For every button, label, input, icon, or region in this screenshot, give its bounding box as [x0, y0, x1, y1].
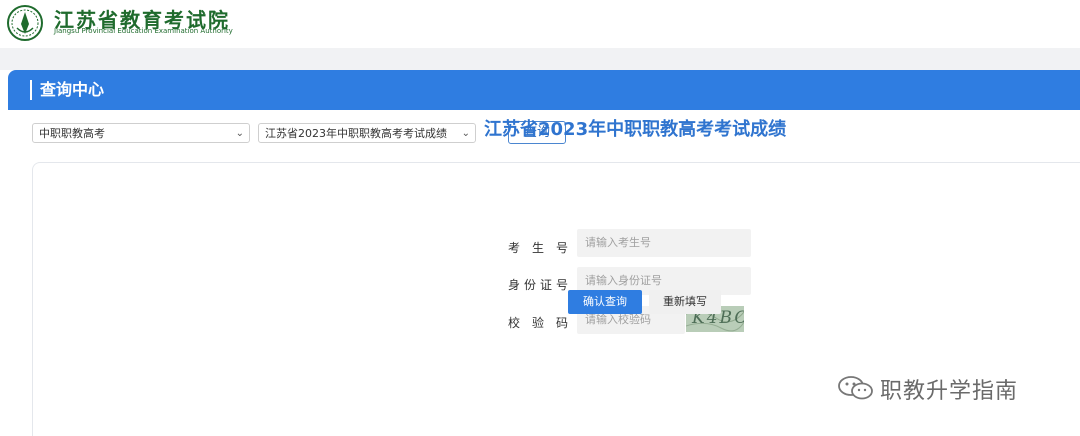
- chevron-down-icon: ⌄: [461, 128, 470, 139]
- exam-select[interactable]: 江苏省2023年中职职教高考考试成绩 ⌄: [258, 123, 476, 143]
- wechat-icon: [838, 376, 873, 400]
- top-header: 江苏省教育考试院 Jiangsu Provincial Education Ex…: [0, 0, 1080, 48]
- id-number-label: 身份证号: [508, 278, 568, 292]
- header-separator: [0, 48, 1080, 70]
- panel-header: 查询中心: [8, 70, 1080, 110]
- wechat-watermark: 职教升学指南: [836, 372, 1080, 404]
- category-select-value: 中职职教高考: [39, 127, 105, 140]
- confirm-query-button[interactable]: 确认查询: [568, 290, 642, 314]
- chevron-down-icon: ⌄: [235, 128, 244, 139]
- candidate-number-input[interactable]: [577, 229, 751, 257]
- category-select[interactable]: 中职职教高考 ⌄: [32, 123, 250, 143]
- form-title: 江苏省2023年中职职教高考考试成绩: [484, 119, 787, 140]
- logo-subtitle: Jiangsu Provincial Education Examination…: [54, 27, 233, 35]
- reset-form-button[interactable]: 重新填写: [649, 290, 721, 314]
- watermark-text: 职教升学指南: [880, 379, 1019, 404]
- education-authority-emblem-icon: [7, 5, 43, 41]
- verification-code-label: 校 验 码: [508, 316, 568, 330]
- candidate-number-label: 考 生 号: [508, 241, 568, 255]
- exam-select-value: 江苏省2023年中职职教高考考试成绩: [265, 127, 447, 140]
- panel-title: 查询中心: [30, 80, 104, 100]
